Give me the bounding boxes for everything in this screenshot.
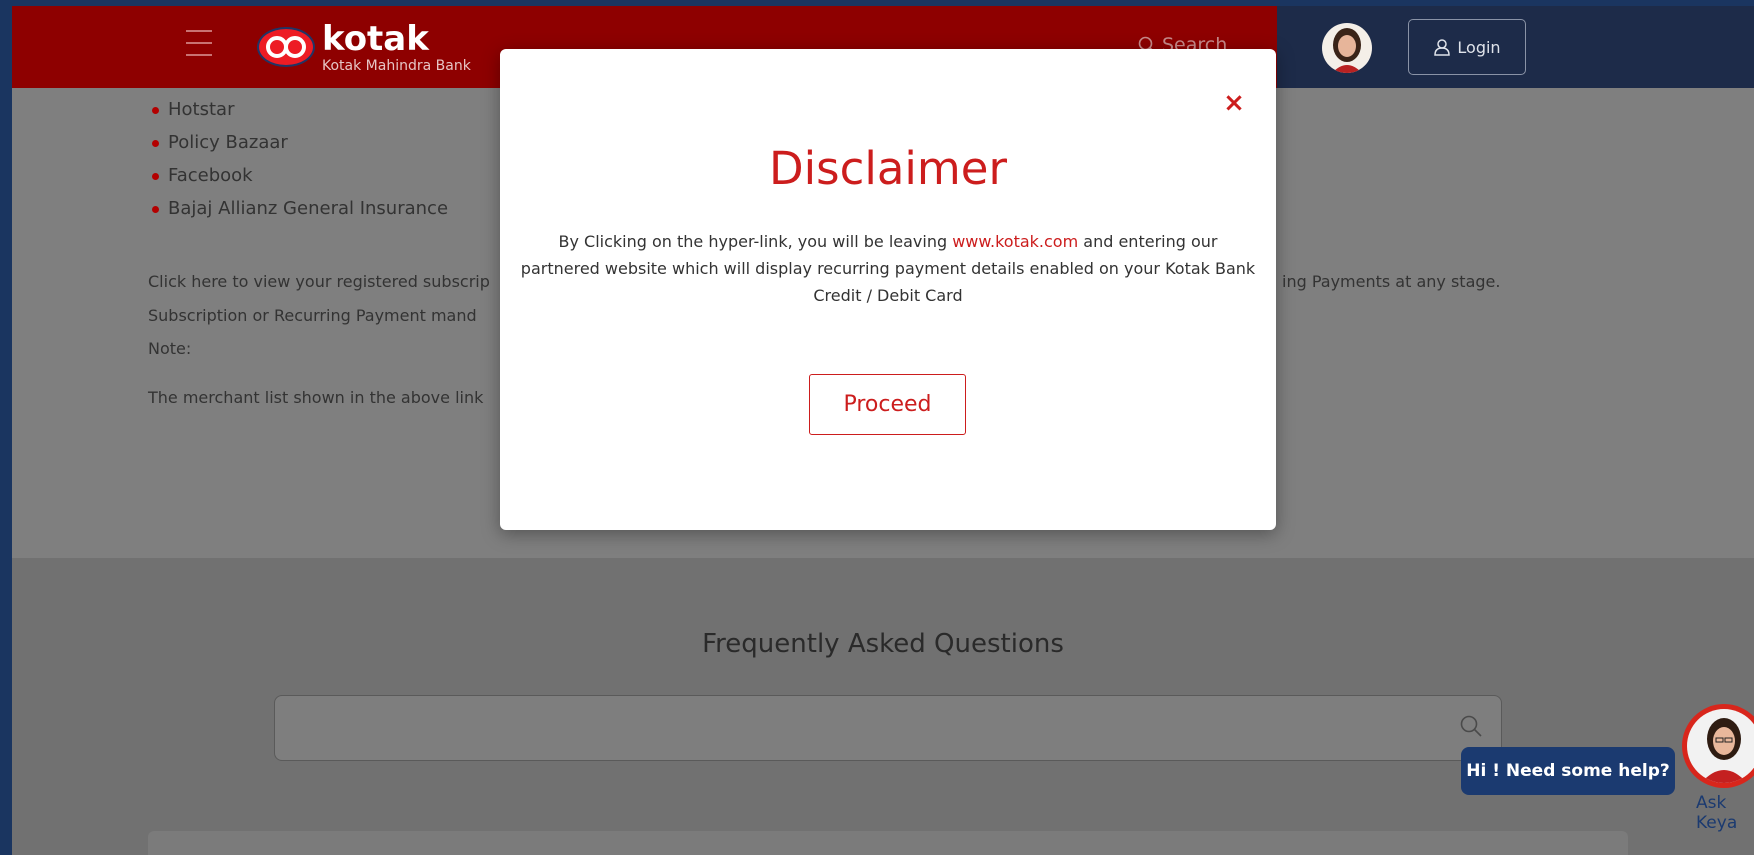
- login-label: Login: [1457, 37, 1501, 57]
- subscription-text-tail: ing Payments at any stage.: [1282, 272, 1501, 291]
- kotak-logo-icon[interactable]: [256, 26, 316, 68]
- ask-keya-label[interactable]: Ask Keya: [1696, 793, 1754, 833]
- list-item: Bajaj Allianz General Insurance: [148, 196, 448, 229]
- faq-title: Frequently Asked Questions: [702, 629, 1064, 659]
- list-item: Facebook: [148, 163, 448, 196]
- mandate-text: Subscription or Recurring Payment mand: [148, 306, 477, 325]
- proceed-button[interactable]: Proceed: [809, 374, 966, 435]
- user-icon: [1434, 39, 1451, 56]
- close-icon[interactable]: ×: [1222, 90, 1246, 116]
- login-button[interactable]: Login: [1408, 19, 1526, 75]
- subscription-link-text[interactable]: Click here to view your registered subsc…: [148, 272, 490, 291]
- note-label: Note:: [148, 339, 192, 358]
- brand-subtitle: Kotak Mahindra Bank: [322, 58, 471, 74]
- hamburger-menu-icon[interactable]: [186, 30, 212, 60]
- modal-body: By Clicking on the hyper-link, you will …: [520, 228, 1256, 309]
- search-icon[interactable]: [1459, 714, 1483, 738]
- page-frame: kotak Kotak Mahindra Bank Search Login H…: [12, 6, 1754, 855]
- chat-help-bubble[interactable]: Hi ! Need some help?: [1461, 747, 1675, 795]
- modal-body-text: By Clicking on the hyper-link, you will …: [558, 232, 953, 251]
- disclaimer-modal: × Disclaimer By Clicking on the hyper-li…: [500, 49, 1276, 530]
- modal-title: Disclaimer: [769, 142, 1007, 195]
- list-item: Hotstar: [148, 97, 448, 130]
- merchant-list: Hotstar Policy Bazaar Facebook Bajaj All…: [148, 97, 448, 229]
- faq-search-input[interactable]: [274, 695, 1502, 761]
- merchant-note-text: The merchant list shown in the above lin…: [148, 388, 484, 407]
- person-avatar-icon: [1701, 718, 1747, 783]
- person-avatar-icon: [1332, 28, 1362, 73]
- kotak-website-link[interactable]: www.kotak.com: [952, 232, 1078, 251]
- faq-accordion-item[interactable]: [148, 831, 1628, 855]
- list-item: Policy Bazaar: [148, 130, 448, 163]
- assistant-avatar[interactable]: [1322, 23, 1372, 73]
- brand-name[interactable]: kotak: [322, 20, 429, 58]
